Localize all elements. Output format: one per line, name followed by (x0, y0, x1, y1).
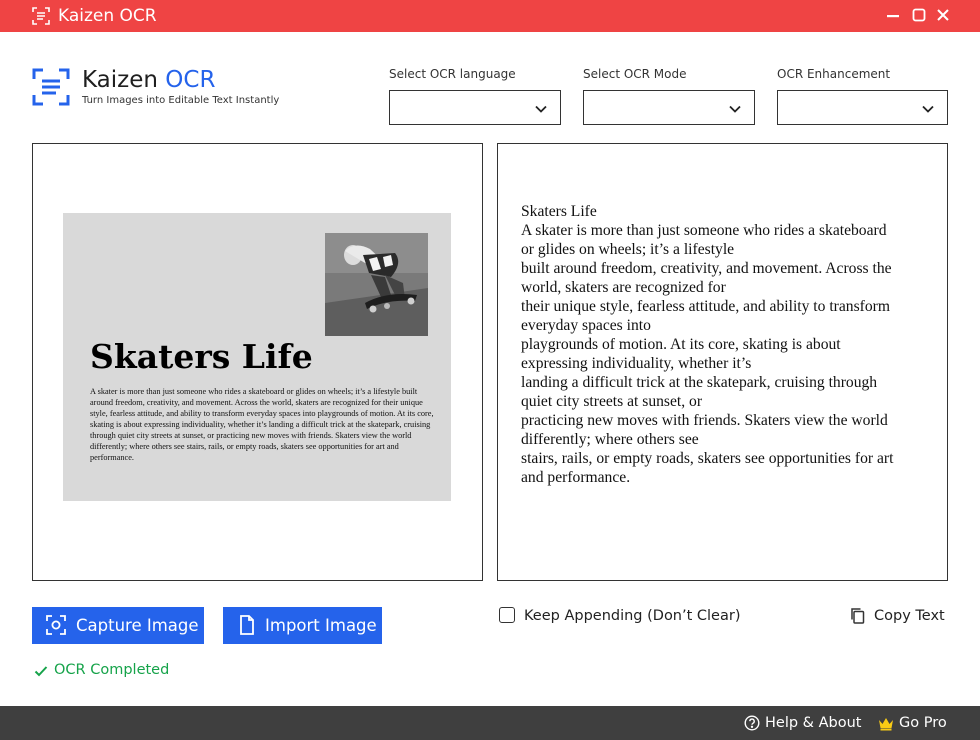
ocr-status-text: OCR Completed (54, 662, 170, 678)
file-icon (237, 615, 257, 635)
footer-bar: Help & About Go Pro (0, 706, 980, 740)
camera-focus-icon (46, 615, 66, 635)
ocr-mode-select[interactable] (583, 90, 755, 125)
ocr-enhancement-select[interactable] (777, 90, 948, 125)
output-line: stairs, rails, or empty roads, skaters s… (521, 450, 894, 467)
output-line: quiet city streets at sunset, or (521, 393, 703, 410)
keep-appending-label: Keep Appending (Don’t Clear) (524, 608, 741, 624)
copy-text-button[interactable]: Copy Text (849, 606, 949, 626)
skater-photo (325, 233, 428, 336)
chevron-down-icon (921, 101, 935, 115)
output-line: and performance. (521, 469, 631, 486)
maximize-icon[interactable] (910, 6, 928, 24)
output-line: A skater is more than just someone who r… (521, 222, 887, 239)
ocr-enhancement-label: OCR Enhancement (777, 67, 891, 81)
chevron-down-icon (534, 101, 548, 115)
brand-name: Kaizen OCR (82, 66, 215, 94)
close-icon[interactable] (934, 6, 952, 24)
ocr-language-label: Select OCR language (389, 67, 516, 81)
help-circle-icon (744, 715, 760, 731)
source-image: Skaters Life A skater is more than just … (63, 213, 451, 501)
output-line: built around freedom, creativity, and mo… (521, 260, 892, 277)
title-bar: Kaizen OCR (0, 0, 980, 32)
window-title: Kaizen OCR (58, 6, 157, 26)
app-scan-icon (32, 7, 50, 25)
ocr-mode-label: Select OCR Mode (583, 67, 687, 81)
ocr-language-group: Select OCR language (389, 66, 561, 125)
ocr-output-panel[interactable]: Skaters Life A skater is more than just … (497, 143, 948, 581)
output-line: or glides on wheels; it’s a lifestyle (521, 241, 735, 258)
output-line: expressing individuality, whether it’s (521, 355, 752, 372)
checkmark-icon (34, 663, 48, 677)
output-line: differently; where others see (521, 431, 699, 448)
brand-name-main: Kaizen (82, 67, 158, 93)
preview-document-title: Skaters Life (90, 337, 313, 376)
chevron-down-icon (728, 101, 742, 115)
ocr-enhancement-group: OCR Enhancement (777, 66, 948, 125)
output-line: landing a difficult trick at the skatepa… (521, 374, 878, 391)
preview-document-body: A skater is more than just someone who r… (90, 387, 434, 462)
capture-image-button[interactable]: Capture Image (32, 607, 204, 644)
copy-icon (849, 607, 866, 624)
copy-text-label: Copy Text (874, 608, 945, 624)
output-line: everyday spaces into (521, 317, 651, 334)
capture-image-label: Capture Image (76, 616, 199, 635)
output-line: world, skaters are recognized for (521, 279, 726, 296)
import-image-label: Import Image (265, 616, 377, 635)
crown-icon (878, 716, 894, 731)
help-about-label: Help & About (765, 715, 862, 731)
image-preview-panel[interactable]: Skaters Life A skater is more than just … (32, 143, 483, 581)
brand-scan-icon (32, 68, 70, 106)
ocr-mode-group: Select OCR Mode (583, 66, 755, 125)
import-image-button[interactable]: Import Image (223, 607, 382, 644)
minimize-icon[interactable] (884, 6, 902, 24)
keep-appending-checkbox[interactable] (499, 607, 515, 623)
brand-name-accent: OCR (165, 67, 216, 93)
go-pro-label: Go Pro (899, 715, 947, 731)
output-line: playgrounds of motion. At its core, skat… (521, 336, 841, 353)
output-line: Skaters Life (521, 203, 597, 220)
ocr-output-text[interactable]: Skaters Life A skater is more than just … (521, 202, 931, 487)
output-line: their unique style, fearless attitude, a… (521, 298, 890, 315)
ocr-language-select[interactable] (389, 90, 561, 125)
brand-tagline: Turn Images into Editable Text Instantly (82, 95, 280, 106)
output-line: practicing new moves with friends. Skate… (521, 412, 888, 429)
